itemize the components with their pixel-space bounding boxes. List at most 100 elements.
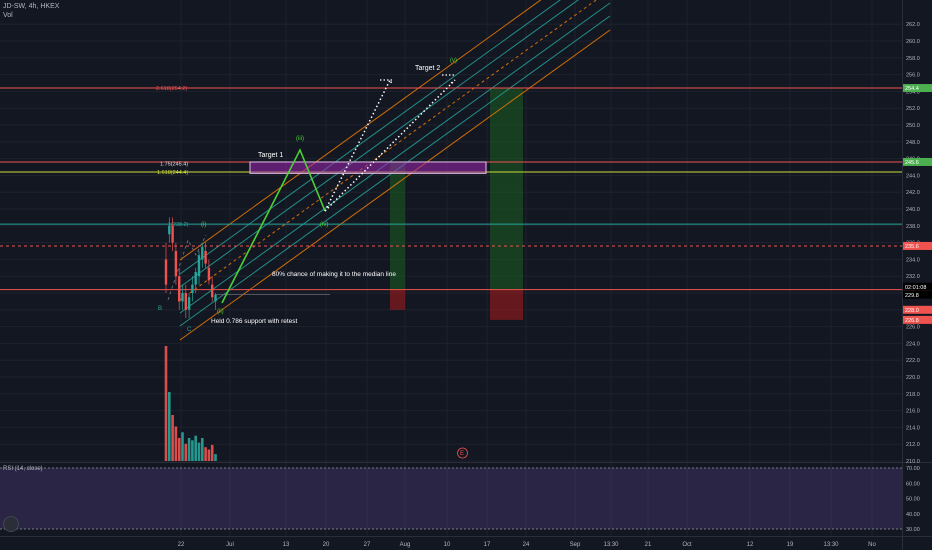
volume-bar xyxy=(191,440,194,461)
volume-bar xyxy=(164,346,168,461)
price-tick-label: 222.0 xyxy=(906,358,920,364)
volume-bar xyxy=(177,438,181,461)
price-tick-label: 226.0 xyxy=(906,325,920,331)
loss-zone-1 xyxy=(390,289,405,310)
annotation-label: (iii) xyxy=(296,136,304,142)
price-tick-label: 220.0 xyxy=(906,375,920,381)
candle-body xyxy=(191,284,194,293)
annotation-label: 80% chance of making it to the median li… xyxy=(272,271,396,278)
volume-bar xyxy=(187,438,191,461)
price-label-text: 245.6 xyxy=(905,160,919,166)
price-tick-label: 260.0 xyxy=(906,39,920,45)
loss-zone-2 xyxy=(490,289,523,320)
candle-body xyxy=(171,225,174,243)
price-tick-label: 234.0 xyxy=(906,257,920,263)
volume-bar xyxy=(181,432,184,461)
price-tick-label: 256.0 xyxy=(906,73,920,79)
price-label-text: 254.4 xyxy=(905,86,919,92)
fib-level-label: 1(238.2) xyxy=(168,222,189,228)
candle-body xyxy=(187,297,191,310)
annotation-label: (iv) xyxy=(320,222,328,228)
rsi-tick-label: 70.00 xyxy=(906,466,920,472)
price-label-text: 229.8 xyxy=(905,293,919,299)
countdown-label: 02:01:08 xyxy=(905,285,926,291)
price-label-text: 235.6 xyxy=(905,244,919,250)
candle-body xyxy=(164,259,168,285)
volume-bar xyxy=(204,447,207,461)
time-tick-label: 20 xyxy=(323,542,330,548)
volume-label: Vol xyxy=(3,12,13,19)
fib-level-label: 1.75(245.4) xyxy=(160,162,188,168)
annotation-label: Held 0.786 support with retest xyxy=(211,318,298,325)
time-tick-label: Oct xyxy=(682,542,692,548)
time-tick-label: No xyxy=(868,542,876,548)
tradingview-logo-icon[interactable] xyxy=(3,516,19,532)
price-tick-label: 232.0 xyxy=(906,274,920,280)
time-tick-label: 12 xyxy=(747,542,754,548)
rsi-tick-label: 40.00 xyxy=(906,512,920,518)
chart[interactable]: 2.618(254.2) 1.75(245.4) 1.618(244.4) 1(238… xyxy=(0,0,932,550)
volume-bar xyxy=(214,454,217,461)
candle-body xyxy=(181,293,184,302)
annotation-label: Target 2 xyxy=(415,65,440,72)
annotation-label: E xyxy=(460,451,464,457)
candle-body xyxy=(168,225,171,235)
annotation-label: C xyxy=(187,327,192,333)
time-tick-label: 17 xyxy=(484,542,491,548)
time-tick-label: 19 xyxy=(787,542,794,548)
rsi-label: RSI (14, close) xyxy=(3,466,43,472)
candle-body xyxy=(178,276,181,302)
price-tick-label: 212.0 xyxy=(906,442,920,448)
price-tick-label: 218.0 xyxy=(906,392,920,398)
time-tick-label: 13:30 xyxy=(603,542,619,548)
annotation-label: Target 1 xyxy=(258,152,283,159)
price-tick-label: 242.0 xyxy=(906,190,920,196)
volume-bar xyxy=(194,435,197,461)
volume-bar xyxy=(197,442,201,461)
annotation-label: (i) xyxy=(201,222,206,228)
time-tick-label: 22 xyxy=(178,542,185,548)
price-label-text: 226.8 xyxy=(905,318,919,324)
price-tick-label: 262.0 xyxy=(906,22,920,28)
volume-bar xyxy=(210,444,214,461)
volume-bar xyxy=(207,449,211,461)
time-tick-label: 13:30 xyxy=(823,542,839,548)
volume-bar xyxy=(201,438,204,461)
candle-body xyxy=(204,251,207,264)
candle-body xyxy=(207,267,211,281)
volume-bar xyxy=(184,443,188,461)
volume-bar xyxy=(174,426,178,461)
fib-level-label: 2.618(254.2) xyxy=(156,86,187,92)
candle-body xyxy=(214,294,217,302)
time-tick-label: 21 xyxy=(645,542,652,548)
rsi-tick-label: 50.00 xyxy=(906,497,920,503)
time-tick-label: 13 xyxy=(283,542,290,548)
price-tick-label: 248.0 xyxy=(906,140,920,146)
price-label-text: 228.0 xyxy=(905,308,919,314)
time-tick-label: 24 xyxy=(523,542,530,548)
time-tick-label: 27 xyxy=(364,542,371,548)
annotation-label: (v) xyxy=(450,58,457,64)
candle-body xyxy=(201,246,204,260)
price-tick-label: 252.0 xyxy=(906,106,920,112)
candle-body xyxy=(174,251,178,277)
price-tick-label: 238.0 xyxy=(906,224,920,230)
price-tick-label: 214.0 xyxy=(906,425,920,431)
price-tick-label: 250.0 xyxy=(906,123,920,129)
time-tick-label: 10 xyxy=(444,542,451,548)
price-tick-label: 244.0 xyxy=(906,173,920,179)
time-tick-label: Aug xyxy=(400,542,411,548)
time-tick-label: Jul xyxy=(226,542,234,548)
price-tick-label: 258.0 xyxy=(906,56,920,62)
candle-body xyxy=(211,284,214,298)
price-tick-label: 240.0 xyxy=(906,207,920,213)
time-tick-label: Sep xyxy=(570,542,581,548)
rsi-tick-label: 30.00 xyxy=(906,527,920,533)
candle-body xyxy=(197,255,201,277)
candle-body xyxy=(184,293,187,310)
price-tick-label: 210.0 xyxy=(906,459,920,465)
profit-zone-2 xyxy=(490,88,523,290)
fib-level-label: 1.618(244.4) xyxy=(157,170,188,176)
price-tick-label: 224.0 xyxy=(906,341,920,347)
rsi-band xyxy=(0,468,902,529)
